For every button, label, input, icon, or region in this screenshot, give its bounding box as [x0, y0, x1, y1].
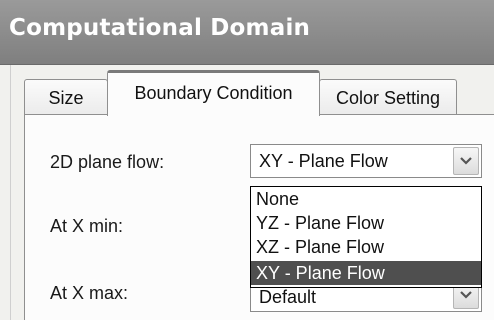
chevron-down-icon: [460, 157, 472, 165]
x-max-value: Default: [259, 287, 317, 307]
plane-flow-dropdown-button[interactable]: [453, 147, 479, 175]
computational-domain-window: Computational Domain Size Color Setting …: [0, 0, 494, 320]
tab-boundary-condition[interactable]: Boundary Condition: [107, 70, 320, 116]
plane-flow-value: XY - Plane Flow: [259, 151, 388, 171]
left-frame: [0, 65, 11, 320]
chevron-down-icon: [460, 291, 472, 299]
option-xy-plane-flow[interactable]: XY - Plane Flow: [251, 261, 481, 285]
plane-flow-label: 2D plane flow:: [50, 152, 165, 172]
option-yz-plane-flow[interactable]: YZ - Plane Flow: [251, 211, 481, 235]
option-none[interactable]: None: [251, 187, 481, 211]
tab-size[interactable]: Size: [24, 79, 108, 115]
title-bar[interactable]: Computational Domain: [0, 0, 494, 65]
x-max-label: At X max:: [50, 283, 129, 303]
plane-flow-options-list[interactable]: None YZ - Plane Flow XZ - Plane Flow XY …: [250, 186, 482, 288]
window-title: Computational Domain: [9, 15, 311, 41]
tab-color-setting[interactable]: Color Setting: [319, 79, 457, 115]
plane-flow-select[interactable]: XY - Plane Flow: [250, 144, 482, 178]
option-xz-plane-flow[interactable]: XZ - Plane Flow: [251, 235, 481, 259]
x-min-label: At X min:: [50, 216, 124, 236]
